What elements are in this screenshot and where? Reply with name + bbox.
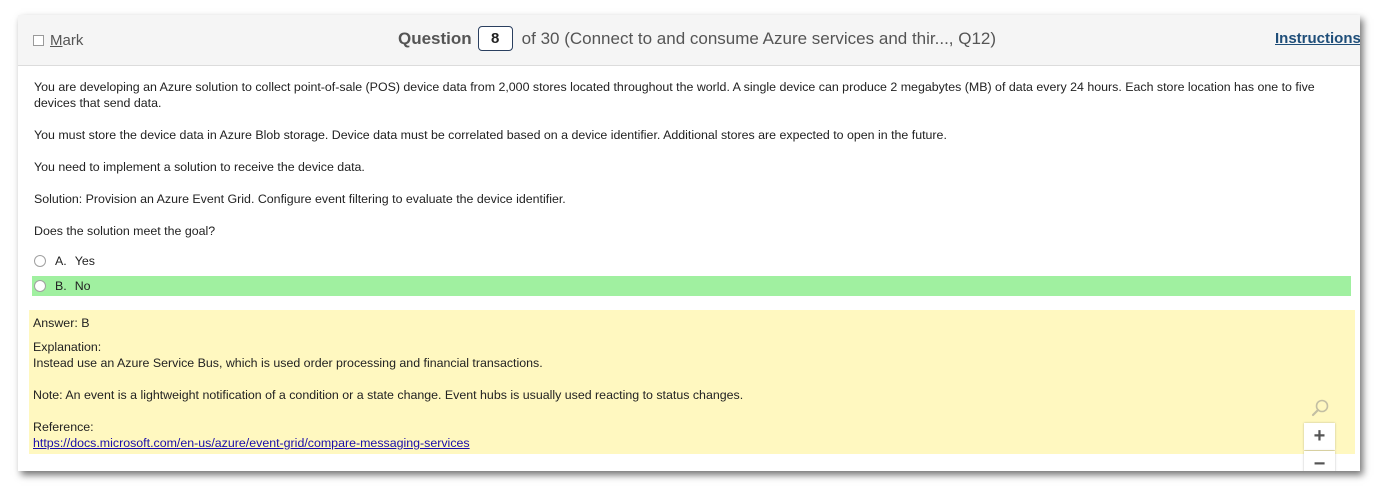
option-a[interactable]: A. Yes xyxy=(32,251,1351,271)
question-paragraph: You are developing an Azure solution to … xyxy=(34,80,1315,110)
answer-panel: Answer: B Explanation: Instead use an Az… xyxy=(29,310,1355,454)
option-letter: B. xyxy=(55,279,67,293)
zoom-out-button[interactable]: − xyxy=(1304,451,1335,471)
checkbox-icon[interactable] xyxy=(33,35,44,46)
reference-label: Reference: xyxy=(33,420,94,434)
question-paragraph: You must store the device data in Azure … xyxy=(34,128,947,142)
zoom-controls: + − xyxy=(1304,394,1336,471)
answer-line: Answer: B xyxy=(33,316,90,330)
question-paragraph: Solution: Provision an Azure Event Grid.… xyxy=(34,192,566,206)
question-prompt: Does the solution meet the goal? xyxy=(34,224,216,238)
question-word: Question xyxy=(398,28,472,48)
note-text: Note: An event is a lightweight notifica… xyxy=(33,388,744,402)
option-text: No xyxy=(74,279,91,293)
question-header: Mark Question 8 of 30 (Connect to and co… xyxy=(18,15,1360,66)
explanation-label: Explanation: xyxy=(33,340,102,354)
reference-link[interactable]: https://docs.microsoft.com/en-us/azure/e… xyxy=(33,436,470,450)
zoom-in-button[interactable]: + xyxy=(1304,423,1335,450)
mark-label[interactable]: Mark xyxy=(50,32,83,49)
instructions-link[interactable]: Instructions xyxy=(1275,30,1360,47)
question-total-and-topic: of 30 (Connect to and consume Azure serv… xyxy=(521,28,997,48)
explanation-text: Instead use an Azure Service Bus, which … xyxy=(33,356,543,370)
option-text: Yes xyxy=(74,254,95,268)
question-paragraph: You need to implement a solution to rece… xyxy=(34,160,365,174)
option-letter: A. xyxy=(55,254,67,268)
question-number-input[interactable]: 8 xyxy=(477,26,513,51)
radio-icon[interactable] xyxy=(34,280,46,292)
option-b[interactable]: B. No xyxy=(32,276,1351,296)
radio-icon[interactable] xyxy=(34,255,46,267)
mark-checkbox[interactable]: Mark xyxy=(33,32,83,49)
magnifier-icon xyxy=(1304,394,1335,421)
question-navigator: Question 8 of 30 (Connect to and consume… xyxy=(398,26,996,51)
exam-window: Mark Question 8 of 30 (Connect to and co… xyxy=(18,15,1360,471)
